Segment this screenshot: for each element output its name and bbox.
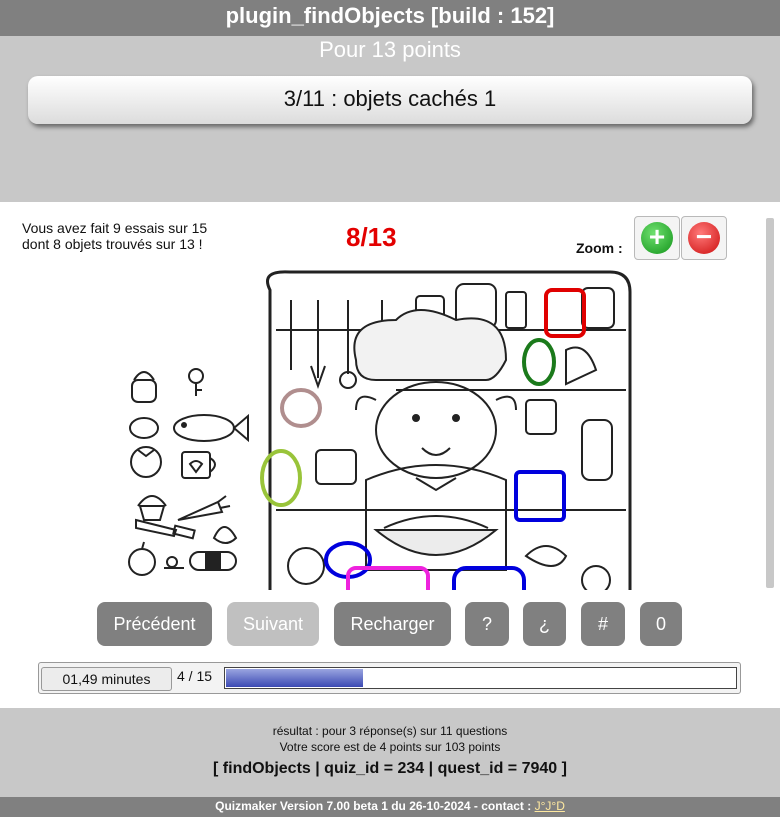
ids-text: [ findObjects | quiz_id = 234 | quest_id… [213, 760, 567, 777]
egg-icon [129, 417, 159, 439]
app-title: plugin_findObjects [build : 152] [0, 0, 780, 36]
marker-found [260, 449, 302, 507]
chef-face [355, 381, 517, 479]
timer-display: 01,49 minutes [41, 667, 172, 691]
help-button[interactable]: ? [465, 602, 509, 646]
objects-to-find-panel [128, 368, 249, 576]
previous-button[interactable]: Précédent [97, 602, 212, 646]
points-label: Pour 13 points [319, 37, 461, 62]
question-title: 3/11 : objets cachés 1 [28, 76, 752, 124]
version-bar: Quizmaker Version 7.00 beta 1 du 26-10-2… [0, 797, 780, 817]
score-display: 8/13 [346, 222, 397, 252]
attempts-line: Vous avez fait 9 essais sur 15 [22, 220, 208, 236]
mug-icon [181, 451, 216, 479]
progress-bar-fill [226, 669, 364, 687]
snail-icon [164, 556, 184, 569]
marker-found [514, 470, 566, 522]
marker-found [452, 566, 526, 610]
version-text: Quizmaker Version 7.00 beta 1 du 26-10-2… [215, 799, 535, 813]
hash-button[interactable]: # [581, 602, 625, 646]
inverted-help-button[interactable]: ¿ [523, 602, 566, 646]
attempts-info: Vous avez fait 9 essais sur 15 dont 8 ob… [22, 220, 207, 252]
garlic-icon [212, 526, 238, 544]
zoom-in-button[interactable]: + [634, 216, 680, 260]
mixing-bowl [373, 515, 499, 556]
zoom-in-symbol: + [648, 221, 666, 252]
next-button[interactable]: Suivant [227, 602, 319, 646]
cupcake-icon [137, 495, 167, 521]
chef-hat [353, 309, 508, 381]
sausage-icon [189, 551, 237, 571]
zoom-out-symbol: − [695, 221, 713, 252]
zero-button[interactable]: 0 [640, 602, 682, 646]
salt-shaker-icon [131, 371, 157, 403]
carrot-icon [177, 495, 231, 521]
progress-bar [224, 667, 737, 689]
knife-icon [135, 518, 196, 540]
fish-icon [173, 413, 249, 443]
scrollbar[interactable] [766, 218, 774, 588]
found-line: dont 8 objets trouvés sur 13 ! [22, 236, 203, 252]
contact-link[interactable]: J°J°D [535, 799, 565, 813]
question-counter: 4 / 15 [177, 668, 213, 684]
hidden-objects-picture[interactable] [126, 270, 632, 610]
zoom-label: Zoom : [576, 240, 623, 256]
marker-found [522, 338, 556, 386]
zoom-out-button[interactable]: − [681, 216, 727, 260]
tomato-icon [130, 446, 162, 478]
reload-button[interactable]: Recharger [334, 602, 451, 646]
result-text: résultat : pour 3 réponse(s) sur 11 ques… [272, 724, 508, 738]
score-text: Votre score est de 4 points sur 103 poin… [279, 740, 501, 754]
kitchen-scene [266, 270, 632, 595]
key-icon [188, 368, 204, 396]
marker-found [280, 388, 322, 428]
apple-icon [128, 541, 156, 576]
marker-found [346, 566, 430, 610]
